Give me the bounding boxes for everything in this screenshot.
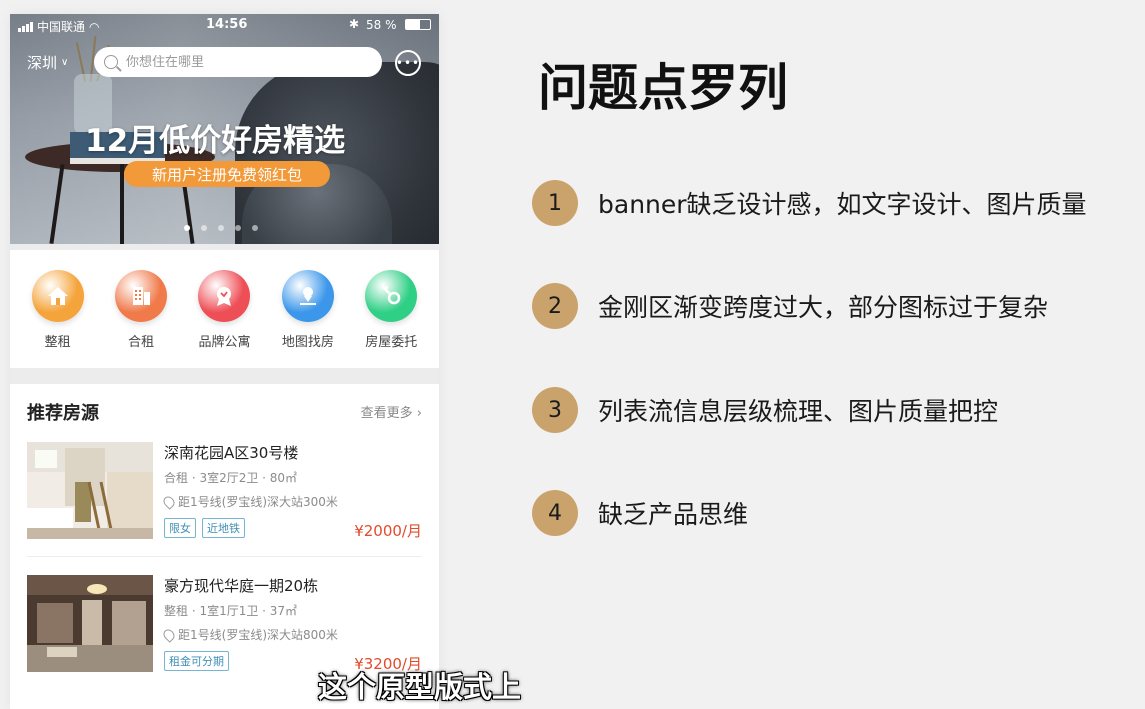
video-subtitle: 这个原型版式上: [318, 670, 522, 704]
issue-number-badge: 3: [532, 387, 578, 433]
listing-name: 豪方现代华庭一期20栋: [164, 577, 319, 595]
search-icon: [104, 55, 118, 69]
slide-title: 问题点罗列: [538, 59, 788, 117]
carrier: 中国联通 ◠: [18, 18, 100, 35]
banner-title: 12月低价好房精选: [85, 123, 346, 159]
issue-point-2: 2 金刚区渐变跨度过大，部分图标过于复杂: [532, 283, 1048, 329]
badge-icon: [198, 270, 251, 322]
listing-tag: 限女: [164, 518, 196, 538]
message-icon[interactable]: •••: [395, 50, 421, 76]
listing-tags: 租金可分期: [164, 651, 229, 671]
listings-header: 推荐房源 查看更多 ›: [27, 399, 422, 424]
city-selector[interactable]: 深圳 ∨: [27, 52, 68, 73]
battery-icon: [405, 19, 431, 30]
category-label: 合租: [128, 335, 155, 350]
pagination-dot[interactable]: [201, 225, 207, 231]
banner-cta-button[interactable]: 新用户注册免费领红包: [124, 161, 330, 187]
key-icon: [365, 270, 418, 322]
issue-text: 缺乏产品思维: [598, 500, 749, 529]
chevron-down-icon: ∨: [61, 57, 69, 68]
listings-title: 推荐房源: [27, 403, 99, 424]
listings-section: 推荐房源 查看更多 › 深南花园A区30号楼 合租 · 3室2厅2卫 · 80㎡…: [10, 384, 439, 709]
signal-icon: [18, 21, 33, 32]
category-item[interactable]: 整租: [18, 270, 98, 368]
listing-tag: 租金可分期: [164, 651, 229, 671]
status-bar: 中国联通 ◠ 14:56 ✱ 58 %: [10, 14, 439, 36]
issue-text: 列表流信息层级梳理、图片质量把控: [598, 397, 999, 426]
pagination-dot[interactable]: [235, 225, 241, 231]
banner-pagination[interactable]: [184, 225, 258, 231]
location-pin-icon: [161, 626, 177, 643]
category-item[interactable]: 合租: [101, 270, 181, 368]
listing-meta: 合租 · 3室2厅2卫 · 80㎡: [164, 471, 298, 485]
listing-name: 深南花园A区30号楼: [164, 444, 299, 462]
building-icon: [115, 270, 168, 322]
location-pin-icon: [161, 493, 177, 510]
search-bar[interactable]: [94, 47, 382, 77]
category-label: 品牌公寓: [198, 335, 251, 350]
listing-card[interactable]: 深南花园A区30号楼 合租 · 3室2厅2卫 · 80㎡ 距1号线(罗宝线)深大…: [27, 442, 422, 542]
wifi-icon: ◠: [89, 19, 100, 34]
listing-tag: 近地铁: [202, 518, 245, 538]
banner[interactable]: 中国联通 ◠ 14:56 ✱ 58 % 深圳 ∨ ••• 12月低价好房精选 新…: [10, 14, 439, 244]
bluetooth-icon: ✱: [349, 17, 360, 31]
listing-location: 距1号线(罗宝线)深大站800米: [161, 626, 338, 643]
listing-location: 距1号线(罗宝线)深大站300米: [161, 493, 338, 510]
issue-point-4: 4 缺乏产品思维: [532, 490, 748, 536]
listing-location-text: 距1号线(罗宝线)深大站300米: [178, 495, 338, 509]
issue-text: 金刚区渐变跨度过大，部分图标过于复杂: [598, 293, 1049, 322]
category-item[interactable]: 地图找房: [268, 270, 348, 368]
category-label: 地图找房: [281, 335, 334, 350]
house-icon: [31, 270, 84, 322]
issue-number-badge: 2: [532, 283, 578, 329]
category-label: 整租: [44, 335, 71, 350]
phone-mockup: 中国联通 ◠ 14:56 ✱ 58 % 深圳 ∨ ••• 12月低价好房精选 新…: [10, 14, 439, 709]
listing-photo: [27, 575, 153, 672]
pagination-dot[interactable]: [184, 225, 190, 231]
status-time: 14:56: [206, 17, 248, 32]
see-more-link[interactable]: 查看更多 ›: [361, 402, 422, 421]
listing-meta: 整租 · 1室1厅1卫 · 37㎡: [164, 604, 298, 618]
listing-photo: [27, 442, 153, 539]
category-grid: 整租 合租 品牌公寓 地图找房 房屋委托: [10, 250, 439, 368]
category-item[interactable]: 品牌公寓: [184, 270, 264, 368]
pagination-dot[interactable]: [252, 225, 258, 231]
city-name: 深圳: [27, 54, 58, 72]
issue-number-badge: 1: [532, 180, 578, 226]
listing-location-text: 距1号线(罗宝线)深大站800米: [178, 628, 338, 642]
issue-text: banner缺乏设计感，如文字设计、图片质量: [598, 190, 1087, 219]
category-label: 房屋委托: [365, 335, 418, 350]
issue-point-1: 1 banner缺乏设计感，如文字设计、图片质量: [532, 180, 1087, 226]
carrier-name: 中国联通: [37, 20, 86, 34]
issue-number-badge: 4: [532, 490, 578, 536]
listing-card[interactable]: 豪方现代华庭一期20栋 整租 · 1室1厅1卫 · 37㎡ 距1号线(罗宝线)深…: [27, 575, 422, 675]
search-input[interactable]: [126, 54, 356, 70]
issue-point-3: 3 列表流信息层级梳理、图片质量把控: [532, 387, 998, 433]
listing-price: ¥2000/月: [354, 522, 422, 540]
category-item[interactable]: 房屋委托: [351, 270, 431, 368]
listing-tags: 限女 近地铁: [164, 518, 245, 538]
battery-percent: 58 %: [366, 18, 397, 32]
map-pin-icon: [281, 270, 334, 322]
pagination-dot[interactable]: [218, 225, 224, 231]
list-divider: [27, 556, 422, 557]
